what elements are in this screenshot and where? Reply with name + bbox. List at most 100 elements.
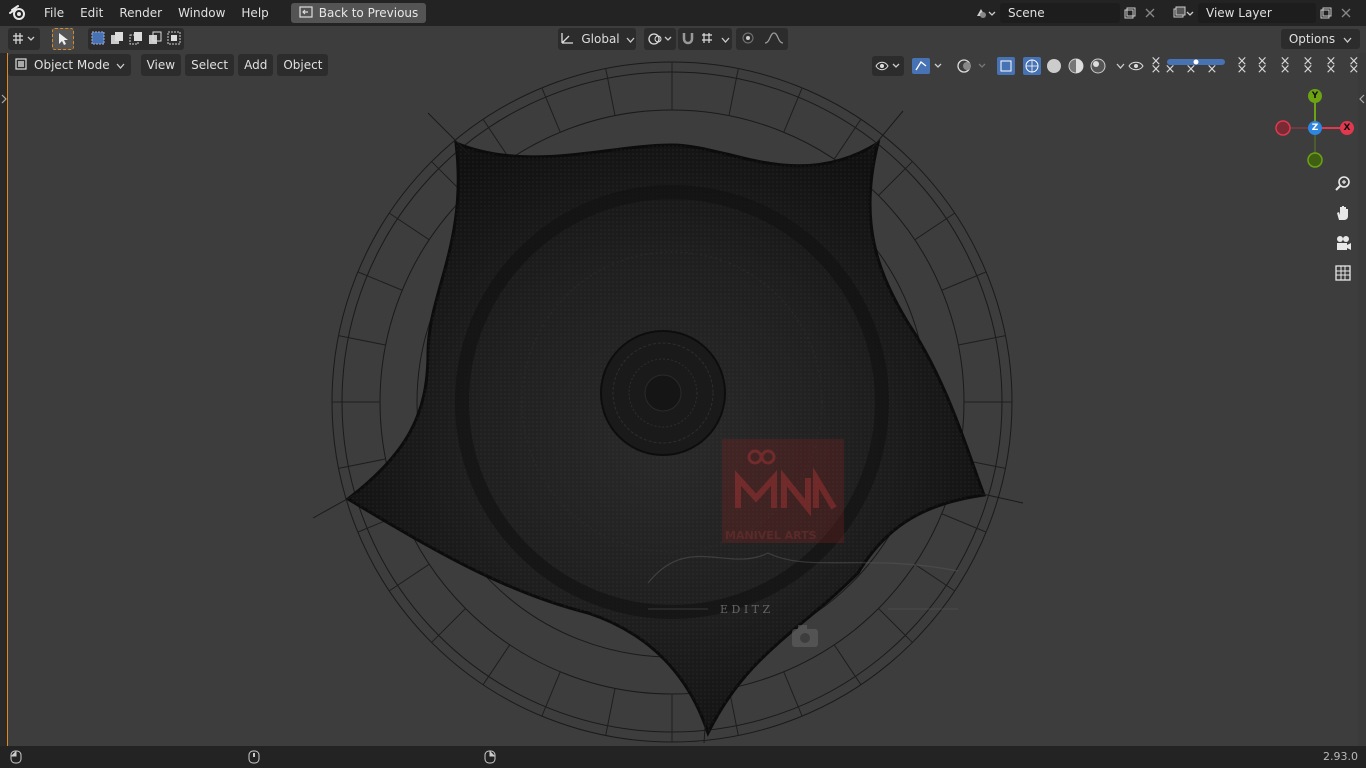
snap-increment-icon[interactable] bbox=[700, 31, 716, 48]
menu-object[interactable]: Object bbox=[277, 54, 329, 76]
view-layer-browse-icon[interactable] bbox=[1168, 3, 1198, 23]
zoom-icon[interactable] bbox=[1330, 170, 1356, 196]
watermark-letters-text: E D I T Z bbox=[720, 603, 771, 616]
menu-edit[interactable]: Edit bbox=[72, 0, 111, 26]
blender-logo-icon[interactable] bbox=[0, 0, 36, 26]
3d-viewport[interactable]: MANIVEL ARTS E D I T Z bbox=[8, 53, 1358, 746]
options-dropdown[interactable]: Options bbox=[1280, 29, 1360, 49]
object-mode-label: Object Mode bbox=[34, 58, 110, 72]
gizmo-toggle-icon[interactable] bbox=[910, 56, 946, 76]
menu-add[interactable]: Add bbox=[238, 54, 274, 76]
transform-orientation-select[interactable]: Global bbox=[558, 28, 636, 50]
tool-settings-bar: Global Options bbox=[0, 26, 1366, 53]
object-visibility-icon[interactable] bbox=[872, 56, 904, 76]
navigation-gizmo[interactable]: Y X Z bbox=[1270, 86, 1360, 176]
overlays-toggle-icon[interactable] bbox=[954, 56, 990, 76]
filter-toggle-1[interactable]: × × bbox=[1146, 55, 1166, 76]
select-subtract-icon[interactable] bbox=[129, 31, 143, 48]
chevron-down-icon[interactable] bbox=[721, 32, 730, 46]
back-to-previous-button[interactable]: Back to Previous bbox=[290, 3, 427, 23]
ring-spoke bbox=[878, 608, 913, 643]
ring-spoke bbox=[605, 688, 616, 736]
watermark-brand-text: MANIVEL ARTS bbox=[725, 529, 817, 542]
orientation-label: Global bbox=[581, 32, 620, 46]
ring-spoke bbox=[389, 212, 430, 241]
proportional-edit-icon[interactable] bbox=[741, 31, 755, 48]
toolbar-region-edge[interactable] bbox=[0, 53, 8, 746]
view-layer-name-field[interactable]: View Layer bbox=[1198, 3, 1316, 23]
ring-spoke bbox=[605, 68, 616, 116]
perspective-grid-icon[interactable] bbox=[1330, 260, 1356, 286]
wireframe-mesh-render: MANIVEL ARTS E D I T Z bbox=[312, 61, 1024, 744]
back-to-previous-label: Back to Previous bbox=[318, 6, 419, 20]
menu-view[interactable]: View bbox=[140, 54, 182, 76]
pan-hand-icon[interactable] bbox=[1330, 200, 1356, 226]
ring-spoke bbox=[482, 644, 511, 685]
select-intersect-icon[interactable] bbox=[167, 31, 181, 48]
viewport-header: Object Mode View Select Add Object bbox=[8, 54, 329, 76]
delete-view-layer-icon[interactable] bbox=[1336, 3, 1356, 23]
gizmo-y-axis[interactable]: Y bbox=[1308, 89, 1322, 103]
select-tool-button[interactable] bbox=[52, 28, 74, 50]
version-label: 2.93.0 bbox=[1323, 750, 1358, 763]
visibility-filter-row: × × ××× × × ××××× ××××× bbox=[1126, 55, 1364, 76]
filter-toggle-2[interactable]: × × bbox=[1232, 55, 1252, 76]
scene-selector: Scene bbox=[970, 3, 1160, 23]
mouse-right-icon bbox=[484, 750, 496, 767]
rendered-shading-icon[interactable] bbox=[1088, 56, 1108, 76]
menu-window[interactable]: Window bbox=[170, 0, 233, 26]
back-screen-icon bbox=[299, 5, 313, 21]
chevron-down-icon bbox=[1343, 32, 1352, 46]
new-scene-icon[interactable] bbox=[1120, 3, 1140, 23]
selection-mode-group bbox=[88, 28, 184, 50]
select-invert-icon[interactable] bbox=[148, 31, 162, 48]
ring-spoke bbox=[338, 458, 386, 469]
ring-spoke bbox=[389, 563, 430, 592]
viewport-display-controls bbox=[872, 56, 1130, 76]
object-mode-select[interactable]: Object Mode bbox=[8, 54, 131, 76]
snapping-group bbox=[678, 28, 732, 50]
mouse-left-icon bbox=[10, 750, 22, 767]
menu-select[interactable]: Select bbox=[185, 54, 235, 76]
menu-file[interactable]: File bbox=[36, 0, 72, 26]
gizmo-x-axis[interactable]: X bbox=[1340, 121, 1354, 135]
menu-help[interactable]: Help bbox=[233, 0, 276, 26]
wireframe-shading-icon[interactable] bbox=[1022, 56, 1042, 76]
ring-spoke bbox=[914, 563, 955, 592]
ring-spoke bbox=[833, 644, 862, 685]
ring-spoke bbox=[728, 68, 739, 116]
pivot-point-select[interactable] bbox=[644, 28, 676, 50]
material-shading-icon[interactable] bbox=[1066, 56, 1086, 76]
scene-name-field[interactable]: Scene bbox=[1000, 3, 1120, 23]
status-bar: 2.93.0 bbox=[0, 746, 1366, 768]
ring-spoke bbox=[878, 161, 913, 196]
falloff-curve-icon[interactable] bbox=[764, 31, 784, 48]
gizmo-z-axis[interactable]: Z bbox=[1308, 121, 1322, 135]
select-extend-icon[interactable] bbox=[110, 31, 124, 48]
editor-type-button[interactable] bbox=[8, 28, 40, 50]
ring-spoke bbox=[338, 335, 386, 346]
options-label: Options bbox=[1288, 32, 1336, 46]
ring-spoke bbox=[914, 212, 955, 241]
new-view-layer-icon[interactable] bbox=[1316, 3, 1336, 23]
delete-scene-icon[interactable] bbox=[1140, 3, 1160, 23]
ring-spoke bbox=[958, 335, 1006, 346]
xray-toggle-icon[interactable] bbox=[996, 56, 1016, 76]
solid-shading-icon[interactable] bbox=[1044, 56, 1064, 76]
collection-filter-toggles[interactable]: ××× bbox=[1165, 56, 1226, 76]
mouse-middle-icon bbox=[248, 750, 260, 767]
select-new-icon[interactable] bbox=[91, 31, 105, 48]
view-layer-selector: View Layer bbox=[1168, 3, 1356, 23]
chevron-down-icon bbox=[116, 58, 125, 72]
chevron-down-icon bbox=[626, 32, 635, 46]
orientation-axes-icon bbox=[559, 31, 575, 48]
magnet-icon[interactable] bbox=[681, 31, 695, 48]
viewport-eye-icon[interactable] bbox=[1126, 56, 1146, 76]
filter-toggles-group[interactable]: ××××× ××××× bbox=[1257, 55, 1364, 76]
proportional-edit-group bbox=[736, 28, 788, 50]
ring-spoke bbox=[431, 608, 466, 643]
menu-render[interactable]: Render bbox=[111, 0, 170, 26]
object-mode-icon bbox=[14, 57, 28, 74]
camera-view-icon[interactable] bbox=[1330, 230, 1356, 256]
scene-browse-icon[interactable] bbox=[970, 3, 1000, 23]
